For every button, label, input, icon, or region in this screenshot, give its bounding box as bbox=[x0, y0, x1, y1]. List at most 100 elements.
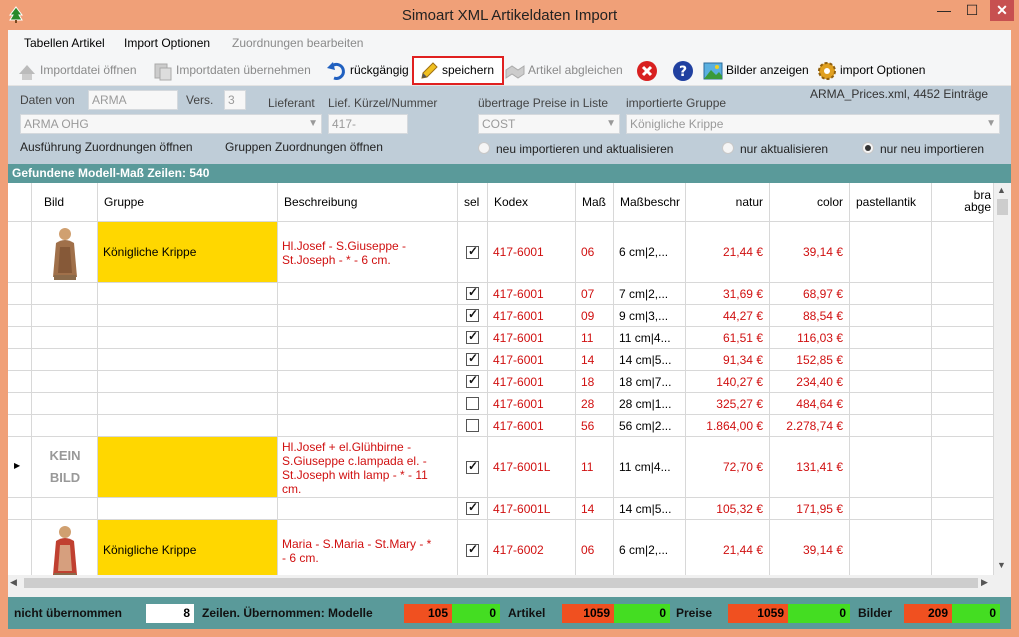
row-header[interactable] bbox=[8, 371, 32, 393]
data-grid[interactable]: Bild Gruppe Beschreibung sel Kodex Maß M… bbox=[8, 183, 1011, 591]
pastell-price-cell[interactable] bbox=[850, 520, 932, 581]
mass-cell[interactable]: 28 bbox=[576, 393, 614, 415]
assign-link[interactable]: Ausführung Zuordnungen öffnen bbox=[20, 140, 193, 154]
sel-cell[interactable] bbox=[458, 349, 488, 371]
select-checkbox[interactable] bbox=[466, 500, 479, 515]
radio-new[interactable] bbox=[862, 142, 874, 154]
natur-price-cell[interactable]: 325,27 € bbox=[686, 393, 770, 415]
col-pastellantik[interactable]: pastellantik bbox=[850, 183, 932, 222]
show-images-button[interactable]: Bilder anzeigen bbox=[702, 57, 812, 84]
image-cell[interactable] bbox=[32, 371, 98, 393]
natur-price-cell[interactable]: 140,27 € bbox=[686, 371, 770, 393]
color-price-cell[interactable]: 234,40 € bbox=[770, 371, 850, 393]
row-header[interactable] bbox=[8, 305, 32, 327]
description-cell[interactable] bbox=[278, 415, 458, 437]
brand-price-cell[interactable] bbox=[932, 222, 994, 283]
col-sel[interactable]: sel bbox=[458, 183, 488, 222]
scroll-down-icon[interactable]: ▼ bbox=[997, 560, 1006, 570]
group-cell[interactable] bbox=[98, 498, 278, 520]
pastell-price-cell[interactable] bbox=[850, 283, 932, 305]
image-cell[interactable]: KEIN BILD bbox=[32, 437, 98, 498]
row-header[interactable] bbox=[8, 498, 32, 520]
description-cell[interactable] bbox=[278, 498, 458, 520]
apply-import-button[interactable]: Importdaten übernehmen bbox=[152, 57, 320, 84]
pastell-price-cell[interactable] bbox=[850, 327, 932, 349]
menu-import-optionen[interactable]: Import Optionen bbox=[116, 30, 218, 54]
sel-cell[interactable] bbox=[458, 371, 488, 393]
pastell-price-cell[interactable] bbox=[850, 498, 932, 520]
group-cell[interactable] bbox=[98, 437, 278, 498]
natur-price-cell[interactable]: 21,44 € bbox=[686, 222, 770, 283]
pastell-price-cell[interactable] bbox=[850, 437, 932, 498]
image-cell[interactable] bbox=[32, 349, 98, 371]
select-checkbox[interactable] bbox=[466, 351, 479, 366]
description-cell[interactable] bbox=[278, 371, 458, 393]
group-cell[interactable] bbox=[98, 283, 278, 305]
sel-cell[interactable] bbox=[458, 498, 488, 520]
minimize-button[interactable]: — bbox=[930, 0, 958, 22]
description-cell[interactable] bbox=[278, 349, 458, 371]
title-bar[interactable]: Simoart XML Artikeldaten Import — ☐ ✕ bbox=[0, 0, 1019, 30]
massbeschr-cell[interactable]: 11 cm|4... bbox=[614, 327, 686, 349]
pastell-price-cell[interactable] bbox=[850, 222, 932, 283]
color-price-cell[interactable]: 2.278,74 € bbox=[770, 415, 850, 437]
massbeschr-cell[interactable]: 56 cm|2... bbox=[614, 415, 686, 437]
description-cell[interactable] bbox=[278, 393, 458, 415]
close-window-button[interactable]: ✕ bbox=[990, 0, 1014, 21]
undo-button[interactable]: rückgängig bbox=[326, 57, 416, 84]
row-header[interactable] bbox=[8, 222, 32, 283]
col-brand[interactable]: bra abge bbox=[932, 183, 994, 222]
sel-cell[interactable] bbox=[458, 222, 488, 283]
brand-price-cell[interactable] bbox=[932, 371, 994, 393]
brand-price-cell[interactable] bbox=[932, 327, 994, 349]
row-header[interactable] bbox=[8, 520, 32, 581]
menu-zuordnungen-bearbeiten[interactable]: Zuordnungen bearbeiten bbox=[224, 30, 371, 54]
massbeschr-cell[interactable]: 14 cm|5... bbox=[614, 349, 686, 371]
col-natur[interactable]: natur bbox=[686, 183, 770, 222]
group-cell[interactable] bbox=[98, 349, 278, 371]
row-header[interactable] bbox=[8, 283, 32, 305]
mass-cell[interactable]: 14 bbox=[576, 498, 614, 520]
description-cell[interactable] bbox=[278, 283, 458, 305]
pastell-price-cell[interactable] bbox=[850, 371, 932, 393]
mass-cell[interactable]: 11 bbox=[576, 327, 614, 349]
radio-new-update[interactable] bbox=[478, 142, 490, 154]
image-cell[interactable] bbox=[32, 520, 98, 581]
sel-cell[interactable] bbox=[458, 305, 488, 327]
kodex-cell[interactable]: 417-6001 bbox=[488, 393, 576, 415]
col-kodex[interactable]: Kodex bbox=[488, 183, 576, 222]
massbeschr-cell[interactable]: 14 cm|5... bbox=[614, 498, 686, 520]
group-cell[interactable] bbox=[98, 305, 278, 327]
brand-price-cell[interactable] bbox=[932, 393, 994, 415]
kodex-cell[interactable]: 417-6002 bbox=[488, 520, 576, 581]
mass-cell[interactable]: 14 bbox=[576, 349, 614, 371]
mass-cell[interactable]: 09 bbox=[576, 305, 614, 327]
color-price-cell[interactable]: 171,95 € bbox=[770, 498, 850, 520]
brand-price-cell[interactable] bbox=[932, 520, 994, 581]
color-price-cell[interactable]: 88,54 € bbox=[770, 305, 850, 327]
select-checkbox[interactable] bbox=[466, 419, 479, 432]
brand-price-cell[interactable] bbox=[932, 283, 994, 305]
select-checkbox[interactable] bbox=[466, 244, 479, 259]
brand-price-cell[interactable] bbox=[932, 437, 994, 498]
brand-price-cell[interactable] bbox=[932, 415, 994, 437]
cancel-button[interactable] bbox=[636, 57, 660, 84]
select-checkbox[interactable] bbox=[466, 285, 479, 300]
natur-price-cell[interactable]: 72,70 € bbox=[686, 437, 770, 498]
massbeschr-cell[interactable]: 11 cm|4... bbox=[614, 437, 686, 498]
select-checkbox[interactable] bbox=[466, 307, 479, 322]
description-cell[interactable]: Hl.Josef + el.Glühbirne - S.Giuseppe c.la… bbox=[278, 437, 458, 498]
kodex-cell[interactable]: 417-6001 bbox=[488, 415, 576, 437]
help-button[interactable]: ? bbox=[672, 57, 696, 84]
open-import-button[interactable]: Importdatei öffnen bbox=[16, 57, 146, 84]
row-header[interactable] bbox=[8, 415, 32, 437]
select-checkbox[interactable] bbox=[466, 542, 479, 557]
sel-cell[interactable] bbox=[458, 327, 488, 349]
sel-cell[interactable] bbox=[458, 437, 488, 498]
maximize-button[interactable]: ☐ bbox=[958, 0, 986, 22]
col-gruppe[interactable]: Gruppe bbox=[98, 183, 278, 222]
col-mass[interactable]: Maß bbox=[576, 183, 614, 222]
image-cell[interactable] bbox=[32, 283, 98, 305]
match-articles-button[interactable]: Artikel abgleichen bbox=[504, 57, 628, 84]
brand-price-cell[interactable] bbox=[932, 305, 994, 327]
